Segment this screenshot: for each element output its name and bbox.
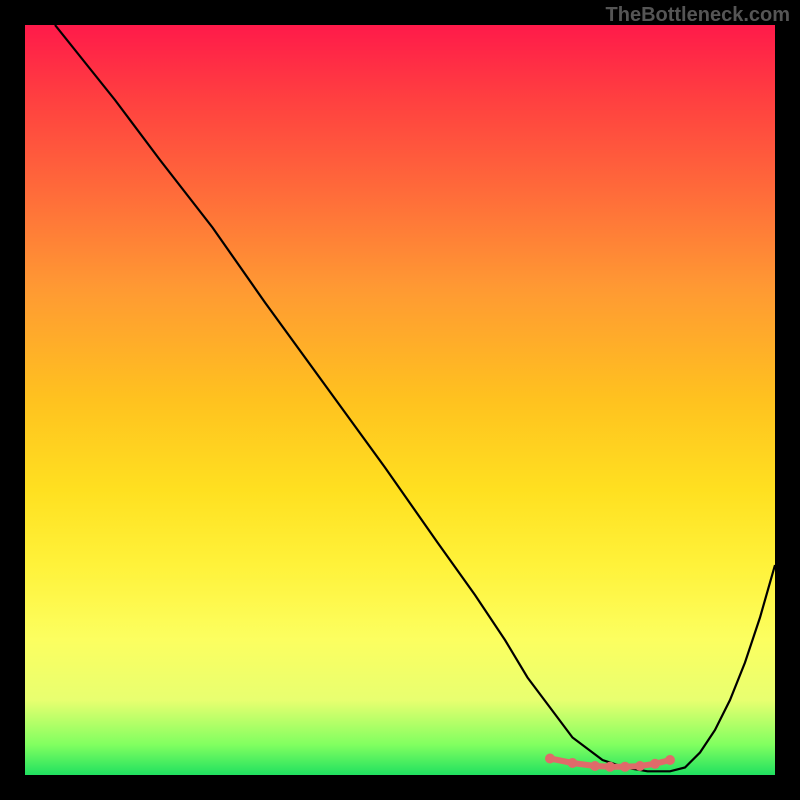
highlight-markers-group [545,754,675,772]
chart-svg [25,25,775,775]
bottleneck-curve-line [55,25,775,771]
highlight-marker [590,761,600,771]
highlight-marker [635,761,645,771]
highlight-marker [620,762,630,772]
highlight-marker [650,759,660,769]
highlight-marker [545,754,555,764]
chart-plot-area [25,25,775,775]
highlight-marker [665,755,675,765]
highlight-marker [568,758,578,768]
watermark-text: TheBottleneck.com [606,4,790,27]
highlight-marker [605,762,615,772]
